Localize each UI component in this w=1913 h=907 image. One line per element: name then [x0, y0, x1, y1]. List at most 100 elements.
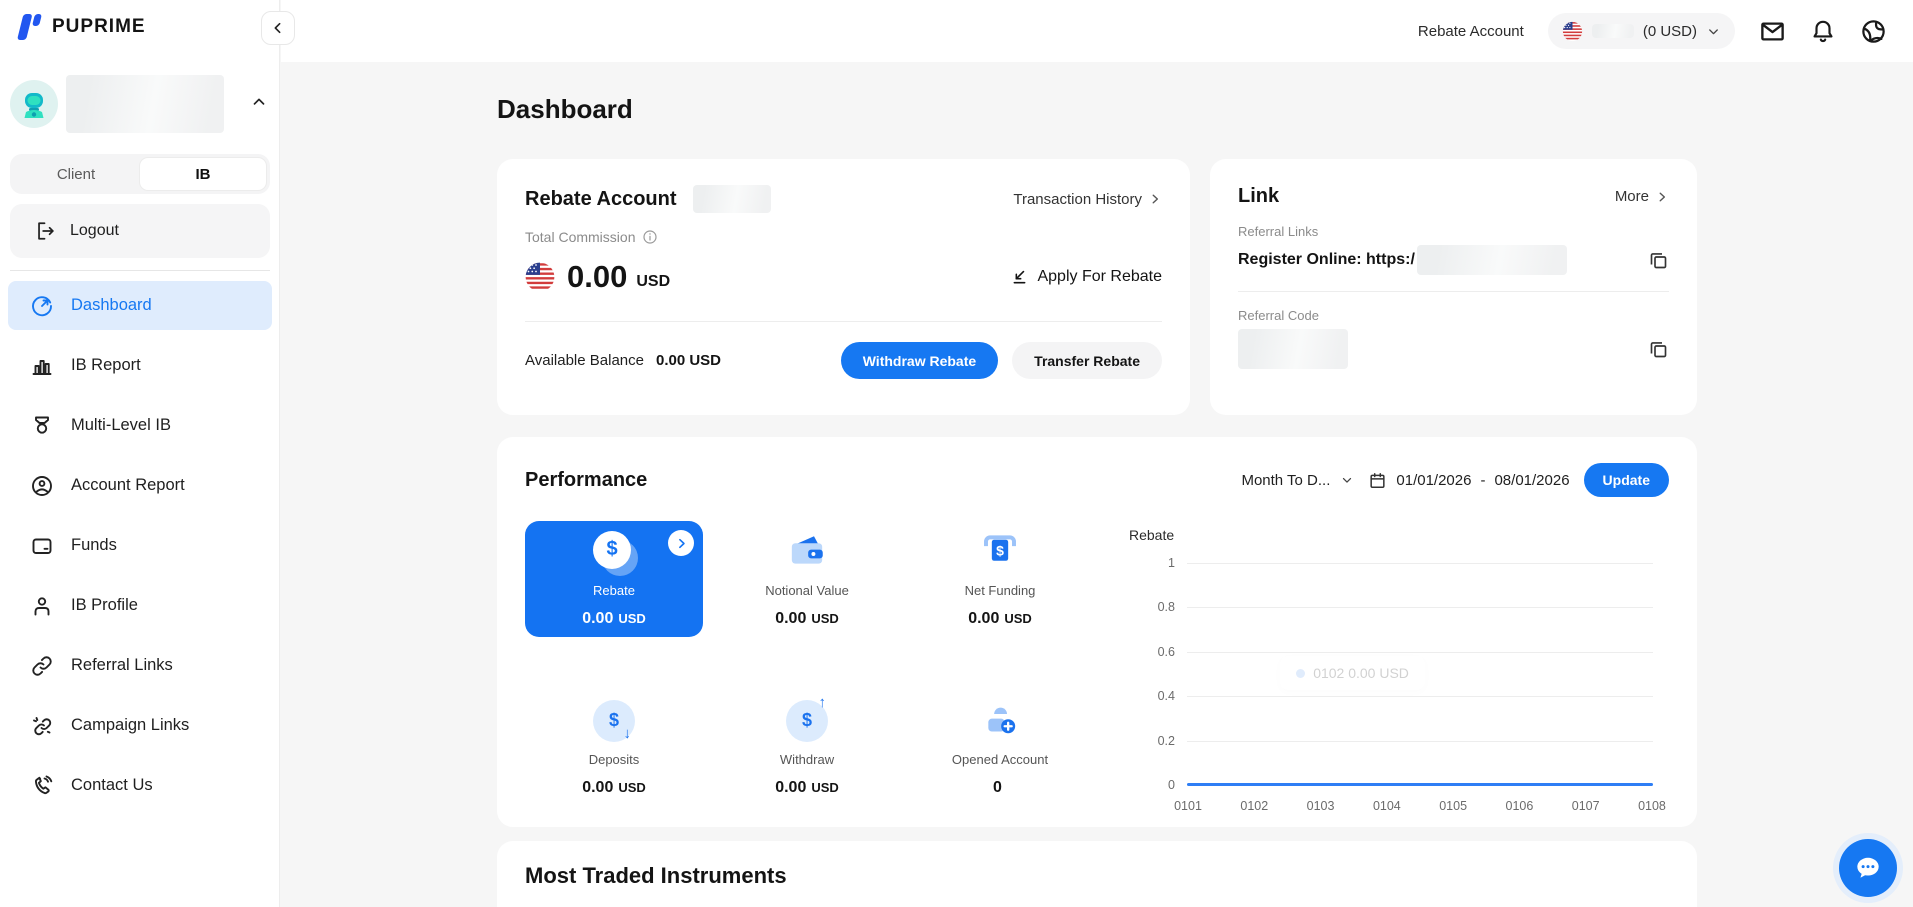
sidebar-item-label: Contact Us — [71, 776, 153, 795]
more-label: More — [1615, 188, 1649, 205]
notifications-button[interactable] — [1810, 18, 1836, 44]
copy-referral-link-button[interactable] — [1648, 250, 1669, 271]
avatar — [10, 80, 58, 128]
chevron-right-icon — [1148, 192, 1162, 206]
tile-deposits[interactable]: $↓ Deposits 0.00 USD — [525, 690, 703, 806]
link-icon — [30, 654, 54, 678]
language-button[interactable] — [1860, 18, 1887, 45]
redacted-rebate-account-number — [693, 185, 771, 213]
logout-label: Logout — [70, 222, 119, 240]
us-flag-icon — [525, 262, 555, 292]
sidebar-item-multi-level-ib[interactable]: Multi-Level IB — [8, 401, 272, 450]
live-chat-button[interactable] — [1839, 839, 1897, 897]
chevron-down-icon — [1340, 473, 1354, 487]
brand-logo: PUPRIME — [16, 12, 146, 42]
tab-ib[interactable]: IB — [139, 157, 267, 191]
link-card: Link More Referral Links Register Online… — [1210, 159, 1697, 415]
chevron-down-icon — [1706, 24, 1721, 39]
y-tick: 0.6 — [1135, 645, 1175, 659]
performance-card: Performance Month To D... 01/01/2026 - 0… — [497, 437, 1697, 827]
redacted-user-name — [66, 75, 224, 133]
withdraw-rebate-button[interactable]: Withdraw Rebate — [841, 342, 998, 379]
tab-client[interactable]: Client — [13, 157, 139, 191]
puprime-logo-icon — [16, 12, 43, 42]
tile-label: Net Funding — [965, 583, 1036, 598]
cash-in-box-icon: $ — [979, 531, 1021, 573]
more-link[interactable]: More — [1615, 188, 1669, 205]
sidebar-item-ib-report[interactable]: IB Report — [8, 341, 272, 390]
performance-title: Performance — [525, 469, 647, 492]
tile-unit: USD — [618, 611, 645, 626]
tile-unit: USD — [1004, 611, 1031, 626]
chart-plot-area: 1 0.8 0.6 0.4 0.2 0 0101 0102 0103 0104 … — [1187, 563, 1653, 785]
account-report-icon — [30, 474, 54, 498]
chart-series-line — [1187, 783, 1653, 786]
bell-icon — [1810, 18, 1836, 44]
referral-code-label: Referral Code — [1238, 308, 1669, 323]
sidebar-item-account-report[interactable]: Account Report — [8, 461, 272, 510]
sidebar-item-funds[interactable]: Funds — [8, 521, 272, 570]
chat-bubble-icon — [1852, 852, 1884, 884]
sidebar-item-contact-us[interactable]: Contact Us — [8, 761, 272, 810]
mail-button[interactable] — [1759, 18, 1786, 45]
transfer-rebate-button[interactable]: Transfer Rebate — [1012, 342, 1162, 379]
chevron-up-icon[interactable] — [250, 93, 268, 116]
profile-row[interactable] — [10, 72, 270, 136]
info-icon[interactable] — [642, 229, 658, 245]
sidebar-collapse-button[interactable] — [261, 11, 295, 45]
copy-referral-code-button[interactable] — [1648, 339, 1669, 360]
top-header: Rebate Account (0 USD) — [281, 0, 1913, 62]
opened-account-icon — [979, 700, 1021, 742]
x-tick: 0105 — [1434, 799, 1472, 813]
x-tick: 0103 — [1302, 799, 1340, 813]
tile-arrow-button[interactable] — [668, 530, 694, 556]
account-selector[interactable]: (0 USD) — [1548, 13, 1735, 49]
tile-unit: USD — [618, 780, 645, 795]
chart-tooltip: 0102 0.00 USD — [1280, 656, 1425, 690]
tile-net-funding[interactable]: $ Net Funding 0.00 USD — [911, 521, 1089, 637]
sidebar-item-referral-links[interactable]: Referral Links — [8, 641, 272, 690]
x-tick: 0101 — [1169, 799, 1207, 813]
withdraw-icon: $↑ — [786, 700, 828, 742]
date-to: 08/01/2026 — [1494, 472, 1569, 489]
account-type-tabs: Client IB — [10, 154, 270, 194]
date-range-picker[interactable]: 01/01/2026 - 08/01/2026 — [1368, 471, 1569, 490]
tile-value: 0.00 — [775, 779, 806, 797]
rebate-card-title: Rebate Account — [525, 188, 677, 211]
tile-value: 0.00 — [582, 779, 613, 797]
tile-withdraw[interactable]: $↑ Withdraw 0.00 USD — [718, 690, 896, 806]
tile-notional-value[interactable]: Notional Value 0.00 USD — [718, 521, 896, 637]
person-icon — [30, 594, 54, 618]
calendar-icon — [1368, 471, 1387, 490]
tile-rebate[interactable]: $ Rebate 0.00 USD — [525, 521, 703, 637]
tile-value: 0.00 — [968, 610, 999, 628]
transaction-history-link[interactable]: Transaction History — [1013, 191, 1162, 208]
us-flag-icon — [1562, 21, 1583, 42]
rebate-account-label: Rebate Account — [1418, 23, 1524, 40]
medal-icon — [30, 414, 54, 438]
apply-rebate-icon — [1010, 268, 1029, 287]
tile-label: Deposits — [589, 752, 640, 767]
logout-button[interactable]: Logout — [10, 204, 270, 258]
sidebar-item-dashboard[interactable]: Dashboard — [8, 281, 272, 330]
sidebar: PUPRIME Client IB Logout — [0, 0, 280, 907]
update-button[interactable]: Update — [1584, 463, 1669, 497]
apply-for-rebate-link[interactable]: Apply For Rebate — [1010, 268, 1162, 287]
tile-value: 0.00 — [582, 610, 613, 628]
svg-text:$: $ — [996, 542, 1004, 558]
redacted-account-number — [1592, 24, 1634, 38]
sidebar-divider — [10, 270, 270, 271]
rebate-account-card: Rebate Account Transaction History Total… — [497, 159, 1190, 415]
tile-unit: USD — [811, 780, 838, 795]
chart-title: Rebate — [1129, 527, 1174, 543]
range-select[interactable]: Month To D... — [1241, 472, 1354, 489]
sidebar-item-label: Funds — [71, 536, 117, 555]
phone-icon — [30, 774, 54, 798]
main-area: Dashboard Rebate Account Transaction His… — [281, 62, 1913, 907]
sidebar-item-campaign-links[interactable]: Campaign Links — [8, 701, 272, 750]
x-axis-labels: 0101 0102 0103 0104 0105 0106 0107 0108 — [1169, 799, 1671, 813]
tile-opened-account[interactable]: Opened Account 0 — [911, 690, 1089, 806]
sidebar-item-label: IB Profile — [71, 596, 138, 615]
sidebar-item-ib-profile[interactable]: IB Profile — [8, 581, 272, 630]
apply-for-rebate-label: Apply For Rebate — [1037, 268, 1162, 286]
